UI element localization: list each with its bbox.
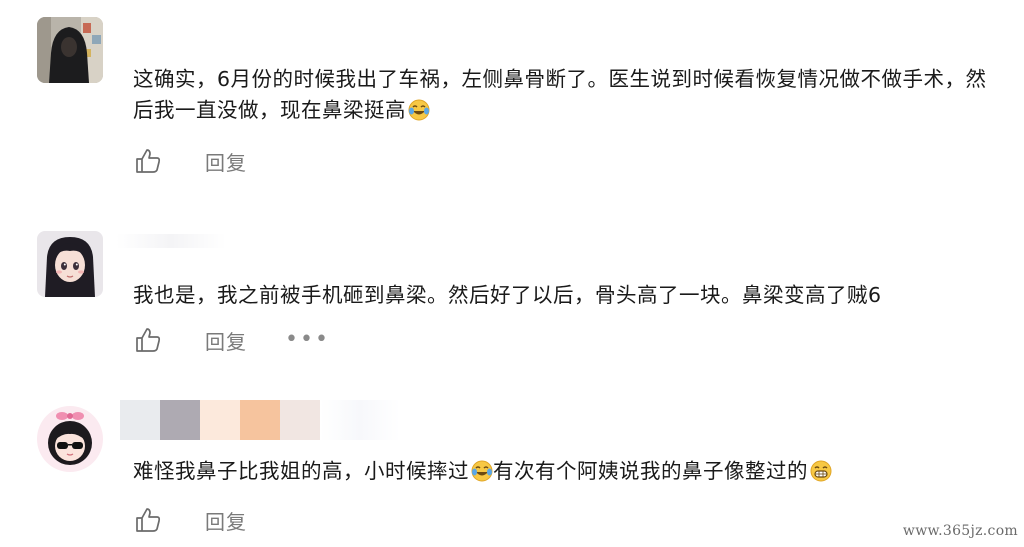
thumbs-up-icon [136,508,161,532]
reply-button[interactable]: 回复 [205,506,247,535]
comment-body: 这确实，6月份的时候我出了车祸，左侧鼻骨断了。医生说到时候看恢复情况做不做手术，… [133,67,987,122]
comment-text: 我也是，我之前被手机砸到鼻梁。然后好了以后，骨头高了一块。鼻梁变高了贼6 [133,280,1000,311]
comment-actions: 回复 ••• [133,325,330,355]
blurred-username [116,234,226,248]
crying-laughing-emoji-icon [408,99,430,130]
watermark: www.365jz.com [902,523,1018,539]
grinning-emoji-icon [810,460,832,491]
comment-actions: 回复 [133,146,247,176]
blurred-username [120,400,400,440]
thumbs-up-icon [136,328,161,352]
reply-button[interactable]: 回复 [205,147,247,176]
comment-text: 难怪我鼻子比我姐的高，小时候摔过 有次有个阿姨说我的鼻子像整过的 [133,456,1000,491]
avatar-hooded-person-image [37,17,103,83]
crying-laughing-emoji-icon [471,460,493,491]
avatar-sunglasses-girl-image [37,406,103,472]
reply-button[interactable]: 回复 [205,326,247,355]
avatar-anime-girl-image [37,231,103,297]
avatar[interactable] [37,406,103,472]
like-button[interactable] [133,505,163,535]
like-button[interactable] [133,325,163,355]
avatar[interactable] [37,17,103,83]
like-button[interactable] [133,146,163,176]
comment-actions: 回复 [133,505,247,535]
more-options-button[interactable]: ••• [285,329,330,351]
comment-body: 我也是，我之前被手机砸到鼻梁。然后好了以后，骨头高了一块。鼻梁变高了贼6 [133,283,882,307]
avatar[interactable] [37,231,103,297]
comment-body: 难怪我鼻子比我姐的高，小时候摔过 [133,459,469,483]
comment-body-continued: 有次有个阿姨说我的鼻子像整过的 [493,459,808,483]
thumbs-up-icon [136,149,161,173]
comment-text: 这确实，6月份的时候我出了车祸，左侧鼻骨断了。医生说到时候看恢复情况做不做手术，… [133,64,1000,130]
